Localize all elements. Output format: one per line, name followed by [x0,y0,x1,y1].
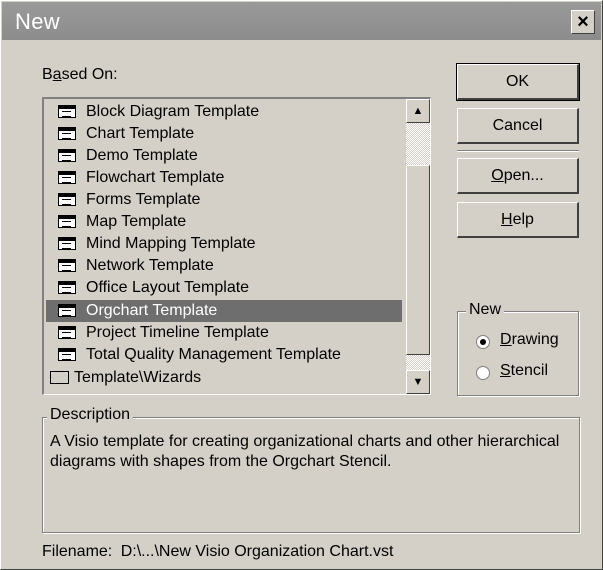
template-icon [58,127,76,140]
cancel-button[interactable]: Cancel [457,108,579,144]
ok-button[interactable]: OK [456,63,580,101]
based-on-label-accel: a [52,66,62,83]
template-icon [58,348,76,361]
list-item-label: Project Timeline Template [86,324,269,341]
template-icon [58,105,76,118]
filename-label: Filename: [42,543,113,560]
list-item-label: Network Template [86,257,214,274]
template-icon [58,215,76,228]
list-item-label: Chart Template [86,125,195,142]
open-button-accel: O [491,167,504,184]
stencil-label-text: tencil [510,362,549,379]
vertical-scrollbar[interactable]: ▲ ▼ [406,99,430,394]
template-icon [58,237,76,250]
list-item-label: Map Template [86,213,187,230]
help-button-label: elp [512,211,534,228]
help-button[interactable]: Help [457,202,579,238]
list-item-label: Office Layout Template [86,279,250,296]
scroll-down-button[interactable]: ▼ [406,370,430,394]
description-text: A Visio template for creating organizati… [50,433,560,470]
list-item-label: Mind Mapping Template [86,235,256,252]
based-on-label-part: sed On: [61,66,118,83]
list-item-label: Block Diagram Template [86,103,260,120]
list-item-label: Forms Template [86,191,201,208]
template-icon [58,326,76,339]
separator [457,150,579,152]
stencil-accel: S [500,362,511,379]
template-icon [58,193,76,206]
filename-value: D:\...\New Visio Organization Chart.vst [120,543,394,560]
help-button-accel: H [501,211,513,228]
drawing-label-text: rawing [511,331,559,348]
drawing-accel: D [500,331,512,348]
template-icon [58,281,76,294]
window-title: New [15,9,60,34]
drawing-radio[interactable] [476,335,490,349]
template-icon [58,304,76,317]
scroll-thumb[interactable] [406,165,430,355]
template-icon [58,149,76,162]
folder-icon [50,371,69,384]
title-bar[interactable]: New × [2,2,601,40]
list-item-label: Total Quality Management Template [86,346,341,363]
stencil-radio-label[interactable]: Stencil [500,362,548,380]
list-item-label: Orgchart Template [86,302,218,319]
open-button-label: pen... [503,167,544,184]
new-groupbox [457,311,579,396]
filename-row: Filename: D:\...\New Visio Organization … [42,543,393,561]
stencil-radio[interactable] [476,366,490,380]
list-item-label: Demo Template [86,147,198,164]
drawing-radio-label[interactable]: Drawing [500,331,559,349]
scroll-up-button[interactable]: ▲ [406,99,430,123]
based-on-label: Based On: [42,66,118,84]
cancel-button-label: Cancel [492,117,543,134]
new-group-title: New [466,301,505,319]
folder-item-label: Template\Wizards [74,369,202,386]
close-button[interactable]: × [571,10,595,34]
template-icon [58,171,76,184]
open-button[interactable]: Open... [457,158,579,194]
list-item-label: Flowchart Template [86,169,225,186]
description-title: Description [47,406,134,424]
template-icon [58,259,76,272]
template-listbox[interactable]: Block Diagram Template Chart Template De… [42,97,431,395]
ok-button-label: OK [505,73,530,90]
based-on-label-part: B [42,66,53,83]
